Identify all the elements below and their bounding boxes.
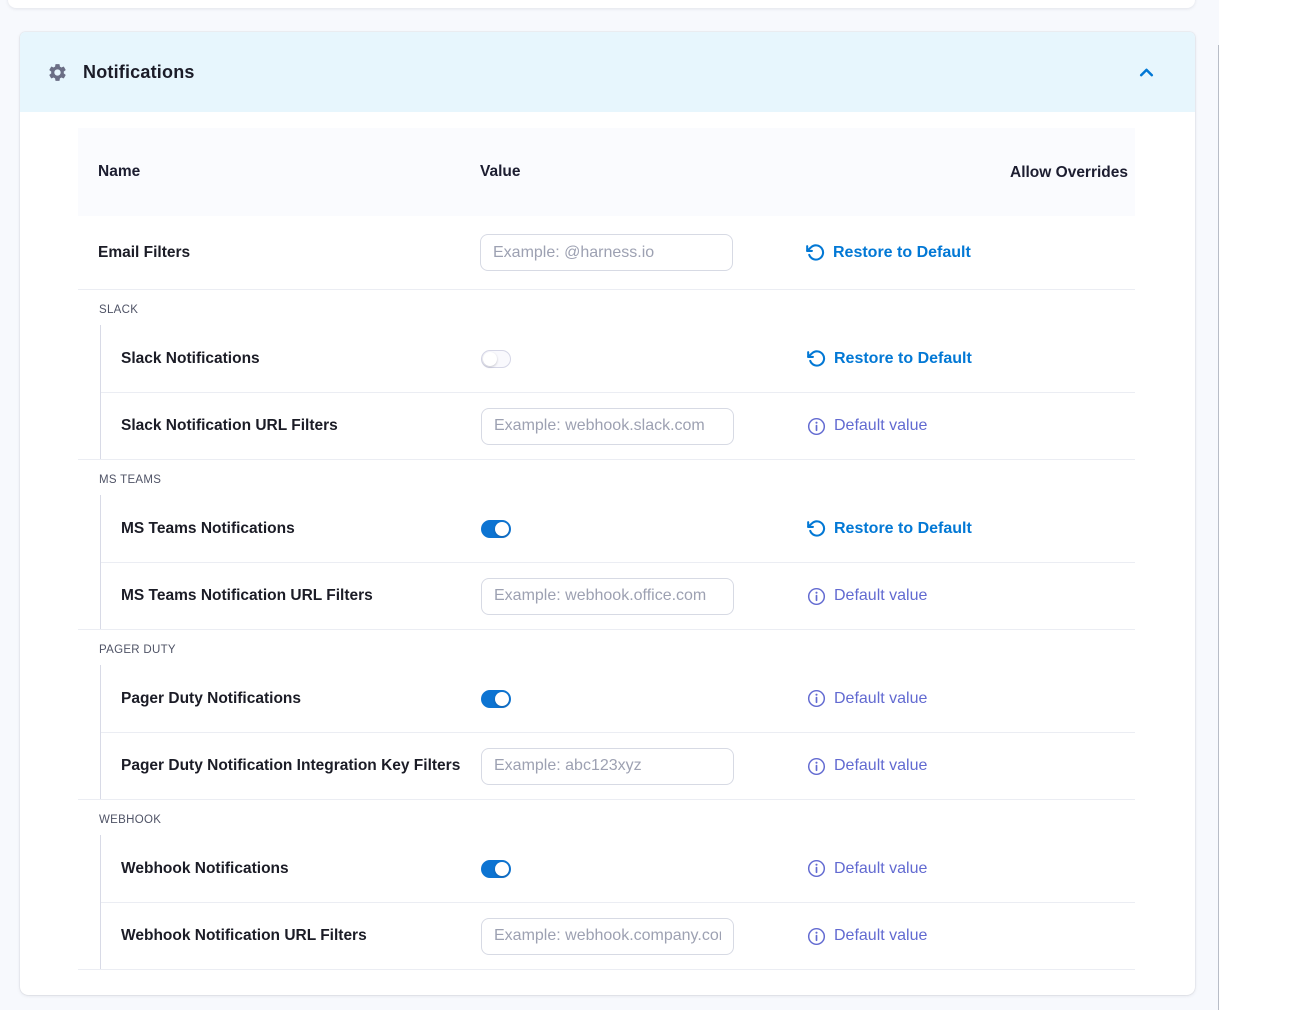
setting-label: Webhook Notification URL Filters xyxy=(101,927,481,945)
slack-url-filters-input[interactable] xyxy=(481,408,734,445)
chevron-up-icon xyxy=(1137,63,1156,82)
setting-label: MS Teams Notifications xyxy=(101,520,481,538)
action-label: Default value xyxy=(834,417,927,435)
group-label: SLACK xyxy=(78,290,1135,325)
info-circle-icon xyxy=(807,927,826,946)
previous-section-card xyxy=(8,0,1195,8)
settings-group-ms-teams: MS TEAMS MS Teams Notifications Restore … xyxy=(78,460,1135,630)
action-label: Default value xyxy=(834,757,927,775)
default-value-indicator[interactable]: Default value xyxy=(807,859,927,878)
notifications-section-header[interactable]: Notifications xyxy=(20,32,1195,112)
column-header-value: Value xyxy=(480,163,1010,181)
action-label: Restore to Default xyxy=(833,244,971,262)
webhook-notifications-toggle[interactable] xyxy=(481,860,511,878)
info-circle-icon xyxy=(807,757,826,776)
restore-arrow-icon xyxy=(806,243,825,262)
panel-divider xyxy=(1218,45,1219,1010)
webhook-url-filters-input[interactable] xyxy=(481,918,734,955)
info-circle-icon xyxy=(807,587,826,606)
toggle-knob xyxy=(483,352,497,366)
column-header-allow-overrides: Allow Overrides xyxy=(1010,160,1137,185)
action-label: Restore to Default xyxy=(834,350,972,368)
msteams-url-filters-input[interactable] xyxy=(481,578,734,615)
toggle-knob xyxy=(495,692,509,706)
info-circle-icon xyxy=(807,689,826,708)
toggle-knob xyxy=(495,862,509,876)
info-circle-icon xyxy=(807,859,826,878)
default-value-indicator[interactable]: Default value xyxy=(807,927,927,946)
column-header-name: Name xyxy=(78,163,480,181)
settings-group-webhook: WEBHOOK Webhook Notifications Default va… xyxy=(78,800,1135,970)
setting-label: Email Filters xyxy=(78,244,480,262)
action-label: Default value xyxy=(834,587,927,605)
notifications-settings-card: Notifications Name Value Allow Overrides… xyxy=(20,32,1195,995)
setting-label: Pager Duty Notification Integration Key … xyxy=(101,757,481,775)
settings-table: Name Value Allow Overrides Email Filters… xyxy=(78,128,1135,970)
default-value-indicator[interactable]: Default value xyxy=(807,587,927,606)
action-label: Default value xyxy=(834,927,927,945)
gear-icon xyxy=(47,62,68,83)
setting-row-msteams-notifications: MS Teams Notifications Restore to Defaul… xyxy=(101,495,1135,562)
section-title: Notifications xyxy=(83,62,195,83)
action-label: Default value xyxy=(834,690,927,708)
collapse-section-button[interactable] xyxy=(1135,61,1157,83)
pagerduty-key-filters-input[interactable] xyxy=(481,748,734,785)
setting-label: MS Teams Notification URL Filters xyxy=(101,587,481,605)
setting-row-webhook-notifications: Webhook Notifications Default value xyxy=(101,835,1135,902)
default-value-indicator[interactable]: Default value xyxy=(807,689,927,708)
action-label: Restore to Default xyxy=(834,520,972,538)
restore-to-default-link[interactable]: Restore to Default xyxy=(807,519,972,538)
table-header-row: Name Value Allow Overrides xyxy=(78,128,1135,216)
setting-label: Webhook Notifications xyxy=(101,860,481,878)
setting-label: Pager Duty Notifications xyxy=(101,690,481,708)
setting-row-msteams-url-filters: MS Teams Notification URL Filters Defaul… xyxy=(101,562,1135,629)
toggle-knob xyxy=(495,522,509,536)
restore-arrow-icon xyxy=(807,349,826,368)
msteams-notifications-toggle[interactable] xyxy=(481,520,511,538)
slack-notifications-toggle[interactable] xyxy=(481,350,511,368)
pagerduty-notifications-toggle[interactable] xyxy=(481,690,511,708)
right-side-panel xyxy=(1219,0,1300,1010)
setting-label: Slack Notifications xyxy=(101,350,481,368)
default-value-indicator[interactable]: Default value xyxy=(807,757,927,776)
settings-group-slack: SLACK Slack Notifications Restore to Def… xyxy=(78,290,1135,460)
setting-row-slack-url-filters: Slack Notification URL Filters Default v… xyxy=(101,392,1135,459)
setting-row-email-filters: Email Filters Restore to Default xyxy=(78,216,1135,290)
group-label: WEBHOOK xyxy=(78,800,1135,835)
restore-arrow-icon xyxy=(807,519,826,538)
setting-row-pagerduty-key-filters: Pager Duty Notification Integration Key … xyxy=(101,732,1135,799)
settings-group-pager-duty: PAGER DUTY Pager Duty Notifications Defa… xyxy=(78,630,1135,800)
setting-label: Slack Notification URL Filters xyxy=(101,417,481,435)
setting-row-slack-notifications: Slack Notifications Restore to Default xyxy=(101,325,1135,392)
email-filters-input[interactable] xyxy=(480,234,733,271)
restore-to-default-link[interactable]: Restore to Default xyxy=(806,243,971,262)
setting-row-pagerduty-notifications: Pager Duty Notifications Default value xyxy=(101,665,1135,732)
group-label: MS TEAMS xyxy=(78,460,1135,495)
action-label: Default value xyxy=(834,860,927,878)
group-label: PAGER DUTY xyxy=(78,630,1135,665)
info-circle-icon xyxy=(807,417,826,436)
setting-row-webhook-url-filters: Webhook Notification URL Filters Default… xyxy=(101,902,1135,969)
restore-to-default-link[interactable]: Restore to Default xyxy=(807,349,972,368)
default-value-indicator[interactable]: Default value xyxy=(807,417,927,436)
